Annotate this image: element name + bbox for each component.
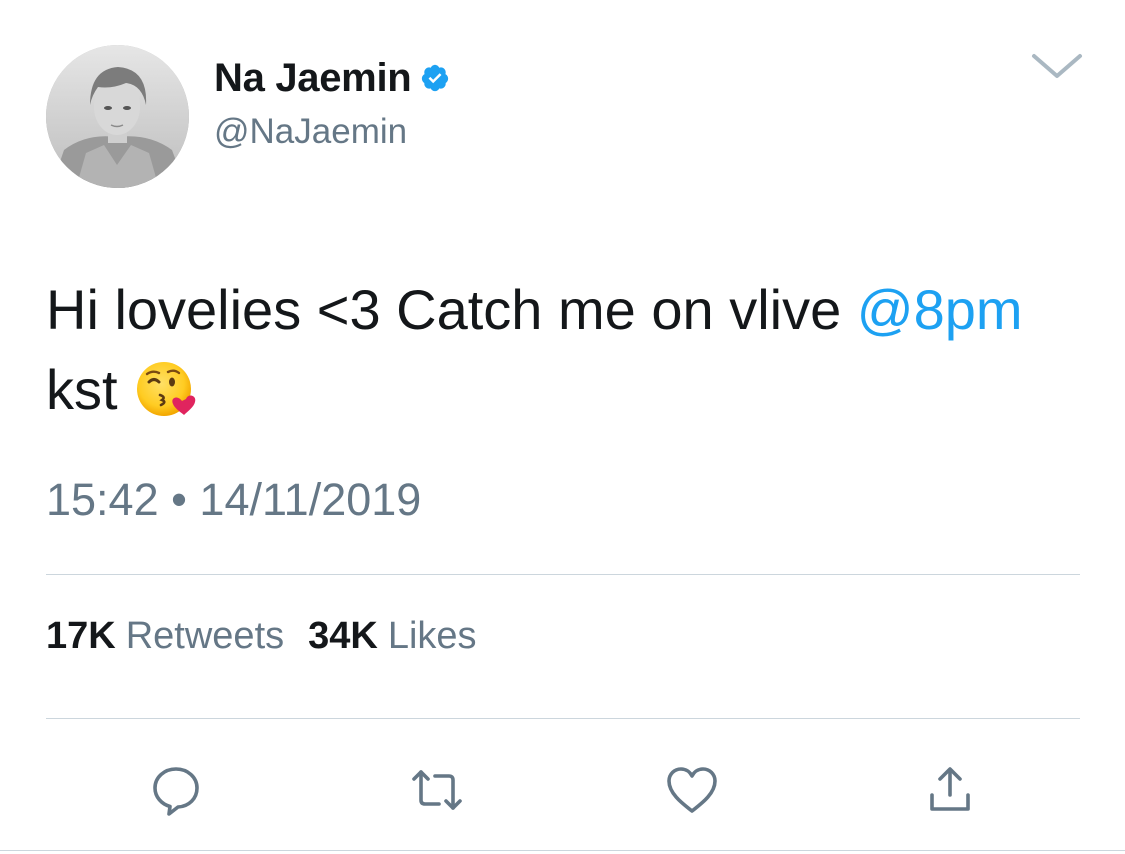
retweets-stat[interactable]: 17K Retweets <box>46 615 284 658</box>
reply-icon <box>150 764 202 816</box>
likes-label: Likes <box>387 615 477 657</box>
tweet-time: 15:42 <box>46 474 159 525</box>
face-blowing-a-kiss-icon <box>134 357 198 421</box>
action-bar <box>0 760 1125 820</box>
tweet-date: 14/11/2019 <box>199 474 422 525</box>
tweet-timestamp[interactable]: 15:42 • 14/11/2019 <box>46 474 421 526</box>
tweet-text-after: kst <box>46 358 118 421</box>
retweets-label: Retweets <box>125 615 285 657</box>
engagement-stats: 17K Retweets 34K Likes <box>46 615 477 658</box>
retweet-icon <box>409 764 465 816</box>
reply-button[interactable] <box>146 760 206 820</box>
divider <box>46 718 1080 719</box>
timestamp-separator: • <box>171 474 187 525</box>
retweet-button[interactable] <box>407 760 467 820</box>
heart-icon <box>665 765 719 815</box>
divider <box>0 850 1125 851</box>
author-handle[interactable]: @NaJaemin <box>214 112 407 152</box>
verified-badge-icon <box>420 63 450 93</box>
author-display-name[interactable]: Na Jaemin <box>214 56 412 101</box>
author-row[interactable]: Na Jaemin <box>214 54 450 102</box>
avatar-photo <box>46 45 189 188</box>
share-icon <box>926 765 974 815</box>
share-button[interactable] <box>920 760 980 820</box>
mention-link[interactable]: @8pm <box>857 278 1023 341</box>
divider <box>46 574 1080 575</box>
tweet-text: Hi lovelies <3 Catch me on vlive @8pm ks… <box>46 270 1086 430</box>
likes-count: 34K <box>308 615 378 657</box>
likes-stat[interactable]: 34K Likes <box>308 615 476 658</box>
chevron-down-icon[interactable] <box>1030 50 1084 84</box>
avatar[interactable] <box>46 45 189 188</box>
retweets-count: 17K <box>46 615 116 657</box>
tweet-text-before: Hi lovelies <3 Catch me on vlive <box>46 278 857 341</box>
like-button[interactable] <box>662 760 722 820</box>
